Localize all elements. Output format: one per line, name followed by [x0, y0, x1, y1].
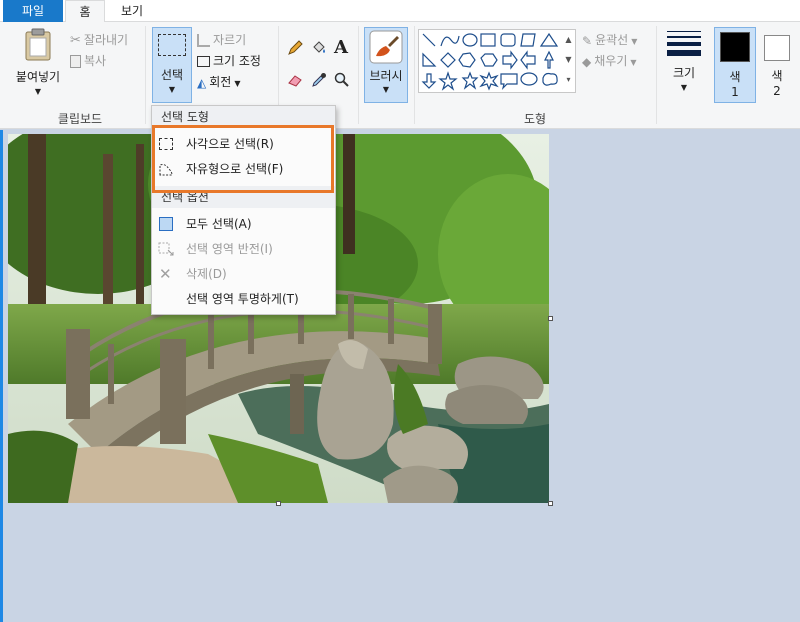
gallery-expand-icon[interactable]: ▾ [562, 70, 575, 90]
color1-number: 1 [731, 85, 739, 99]
pencil-tool[interactable] [287, 40, 305, 60]
fill-bucket-icon: ◆ [582, 54, 592, 69]
clipboard-group-label: 클립보드 [57, 112, 103, 126]
chevron-down-icon: ▼ [168, 85, 176, 94]
shapes-scrollbar[interactable]: ▲ ▼ ▾ [562, 30, 575, 92]
copy-icon [70, 55, 81, 68]
eraser-tool[interactable] [287, 72, 305, 92]
chevron-down-icon: ▼ [34, 87, 42, 96]
invert-selection-icon [158, 242, 174, 256]
chevron-down-icon: ▼ [630, 58, 637, 67]
size-button[interactable]: 크기 ▼ [662, 28, 706, 104]
scroll-down-icon[interactable]: ▼ [562, 50, 575, 70]
chevron-down-icon: ▼ [382, 85, 390, 94]
color2-number: 2 [773, 84, 781, 98]
menu-item-delete[interactable]: ✕ 삭제(D) [152, 262, 335, 286]
color1-button[interactable]: 색 1 [714, 27, 756, 103]
brushes-button[interactable]: 브러시 ▼ [364, 27, 408, 103]
paint-bucket-icon [313, 41, 325, 53]
resize-handle-bottom[interactable] [276, 501, 281, 506]
menu-item-transparent-selection[interactable]: 선택 영역 투명하게(T) [152, 287, 335, 311]
ribbon: 붙여넣기 ▼ ✂ 잘라내기 복사 클립보드 선택 ▼ 자르기 크기 조정 ◭ 회전 ▼… [0, 22, 800, 129]
resize-button[interactable]: 크기 조정 [197, 51, 261, 71]
menu-item-invert-selection[interactable]: 선택 영역 반전(I) [152, 237, 335, 261]
delete-x-icon: ✕ [159, 265, 172, 283]
resize-handle-right[interactable] [548, 316, 553, 321]
group-separator [358, 26, 359, 124]
resize-label: 크기 조정 [213, 54, 261, 68]
ribbon-tab-bar: 파일 홈 보기 [0, 0, 800, 23]
transparent-selection-label: 선택 영역 투명하게(T) [186, 292, 299, 306]
menu-item-select-all[interactable]: 모두 선택(A) [152, 212, 335, 236]
chevron-down-icon: ▼ [234, 79, 241, 88]
eyedropper-icon [312, 73, 326, 87]
size-label: 크기 [672, 66, 696, 80]
crop-label: 자르기 [213, 33, 247, 47]
color1-label: 색 [729, 70, 741, 84]
select-all-icon [159, 217, 173, 231]
color2-button[interactable]: 색 2 [760, 27, 794, 103]
outline-button[interactable]: ✎ 윤곽선 ▼ [582, 30, 637, 50]
resize-icon [197, 56, 210, 67]
line-width-icon [667, 31, 701, 56]
shape-icons [421, 32, 559, 91]
tab-view[interactable]: 보기 [110, 0, 154, 22]
crop-button[interactable]: 자르기 [197, 30, 246, 50]
color1-swatch [720, 32, 750, 62]
scroll-up-icon[interactable]: ▲ [562, 30, 575, 50]
group-separator [145, 26, 146, 124]
rotate-button[interactable]: ◭ 회전 ▼ [197, 72, 240, 92]
shapes-gallery[interactable] [418, 29, 576, 93]
magnifier-icon [334, 72, 349, 87]
fill-label: 채우기 [594, 54, 628, 68]
shapes-group-label: 도형 [523, 112, 547, 126]
rotate-label: 회전 [209, 75, 232, 89]
chevron-down-icon: ▼ [680, 83, 688, 92]
paste-label: 붙여넣기 [15, 70, 61, 84]
brush-icon [369, 30, 403, 64]
eraser-icon [288, 75, 302, 87]
cut-label: 잘라내기 [83, 33, 129, 47]
brushes-label: 브러시 [369, 69, 403, 83]
color-picker-tool[interactable] [311, 72, 329, 92]
select-button[interactable]: 선택 ▼ [152, 27, 192, 103]
select-all-label: 모두 선택(A) [186, 217, 252, 231]
clipboard-icon [25, 28, 51, 61]
crop-icon [197, 34, 210, 47]
outline-pencil-icon: ✎ [582, 33, 593, 48]
fill-tool[interactable] [311, 40, 329, 60]
outline-label: 윤곽선 [595, 33, 629, 47]
color2-swatch [764, 35, 790, 61]
tab-file[interactable]: 파일 [3, 0, 63, 22]
fill-button[interactable]: ◆ 채우기 ▼ [582, 51, 637, 71]
chevron-down-icon: ▼ [631, 37, 638, 46]
group-separator [656, 26, 657, 124]
tab-home[interactable]: 홈 [65, 0, 105, 23]
pencil-icon [288, 40, 303, 55]
copy-button[interactable]: 복사 [70, 51, 106, 71]
select-label: 선택 [160, 68, 184, 82]
color2-label: 색 [771, 69, 783, 83]
rotate-icon: ◭ [197, 75, 207, 90]
scissors-icon: ✂ [70, 32, 81, 48]
group-separator [414, 26, 415, 124]
rect-select-icon [158, 34, 186, 56]
invert-selection-label: 선택 영역 반전(I) [186, 242, 273, 256]
delete-label: 삭제(D) [186, 267, 227, 281]
copy-label: 복사 [84, 54, 107, 68]
text-tool[interactable]: A [334, 38, 352, 58]
cut-button[interactable]: ✂ 잘라내기 [70, 30, 128, 50]
window-edge [0, 130, 3, 622]
magnifier-tool[interactable] [334, 72, 352, 92]
annotation-highlight-box [152, 125, 334, 193]
paste-button[interactable]: 붙여넣기 ▼ [8, 28, 68, 96]
resize-handle-corner[interactable] [548, 501, 553, 506]
text-a-icon: A [334, 37, 348, 58]
